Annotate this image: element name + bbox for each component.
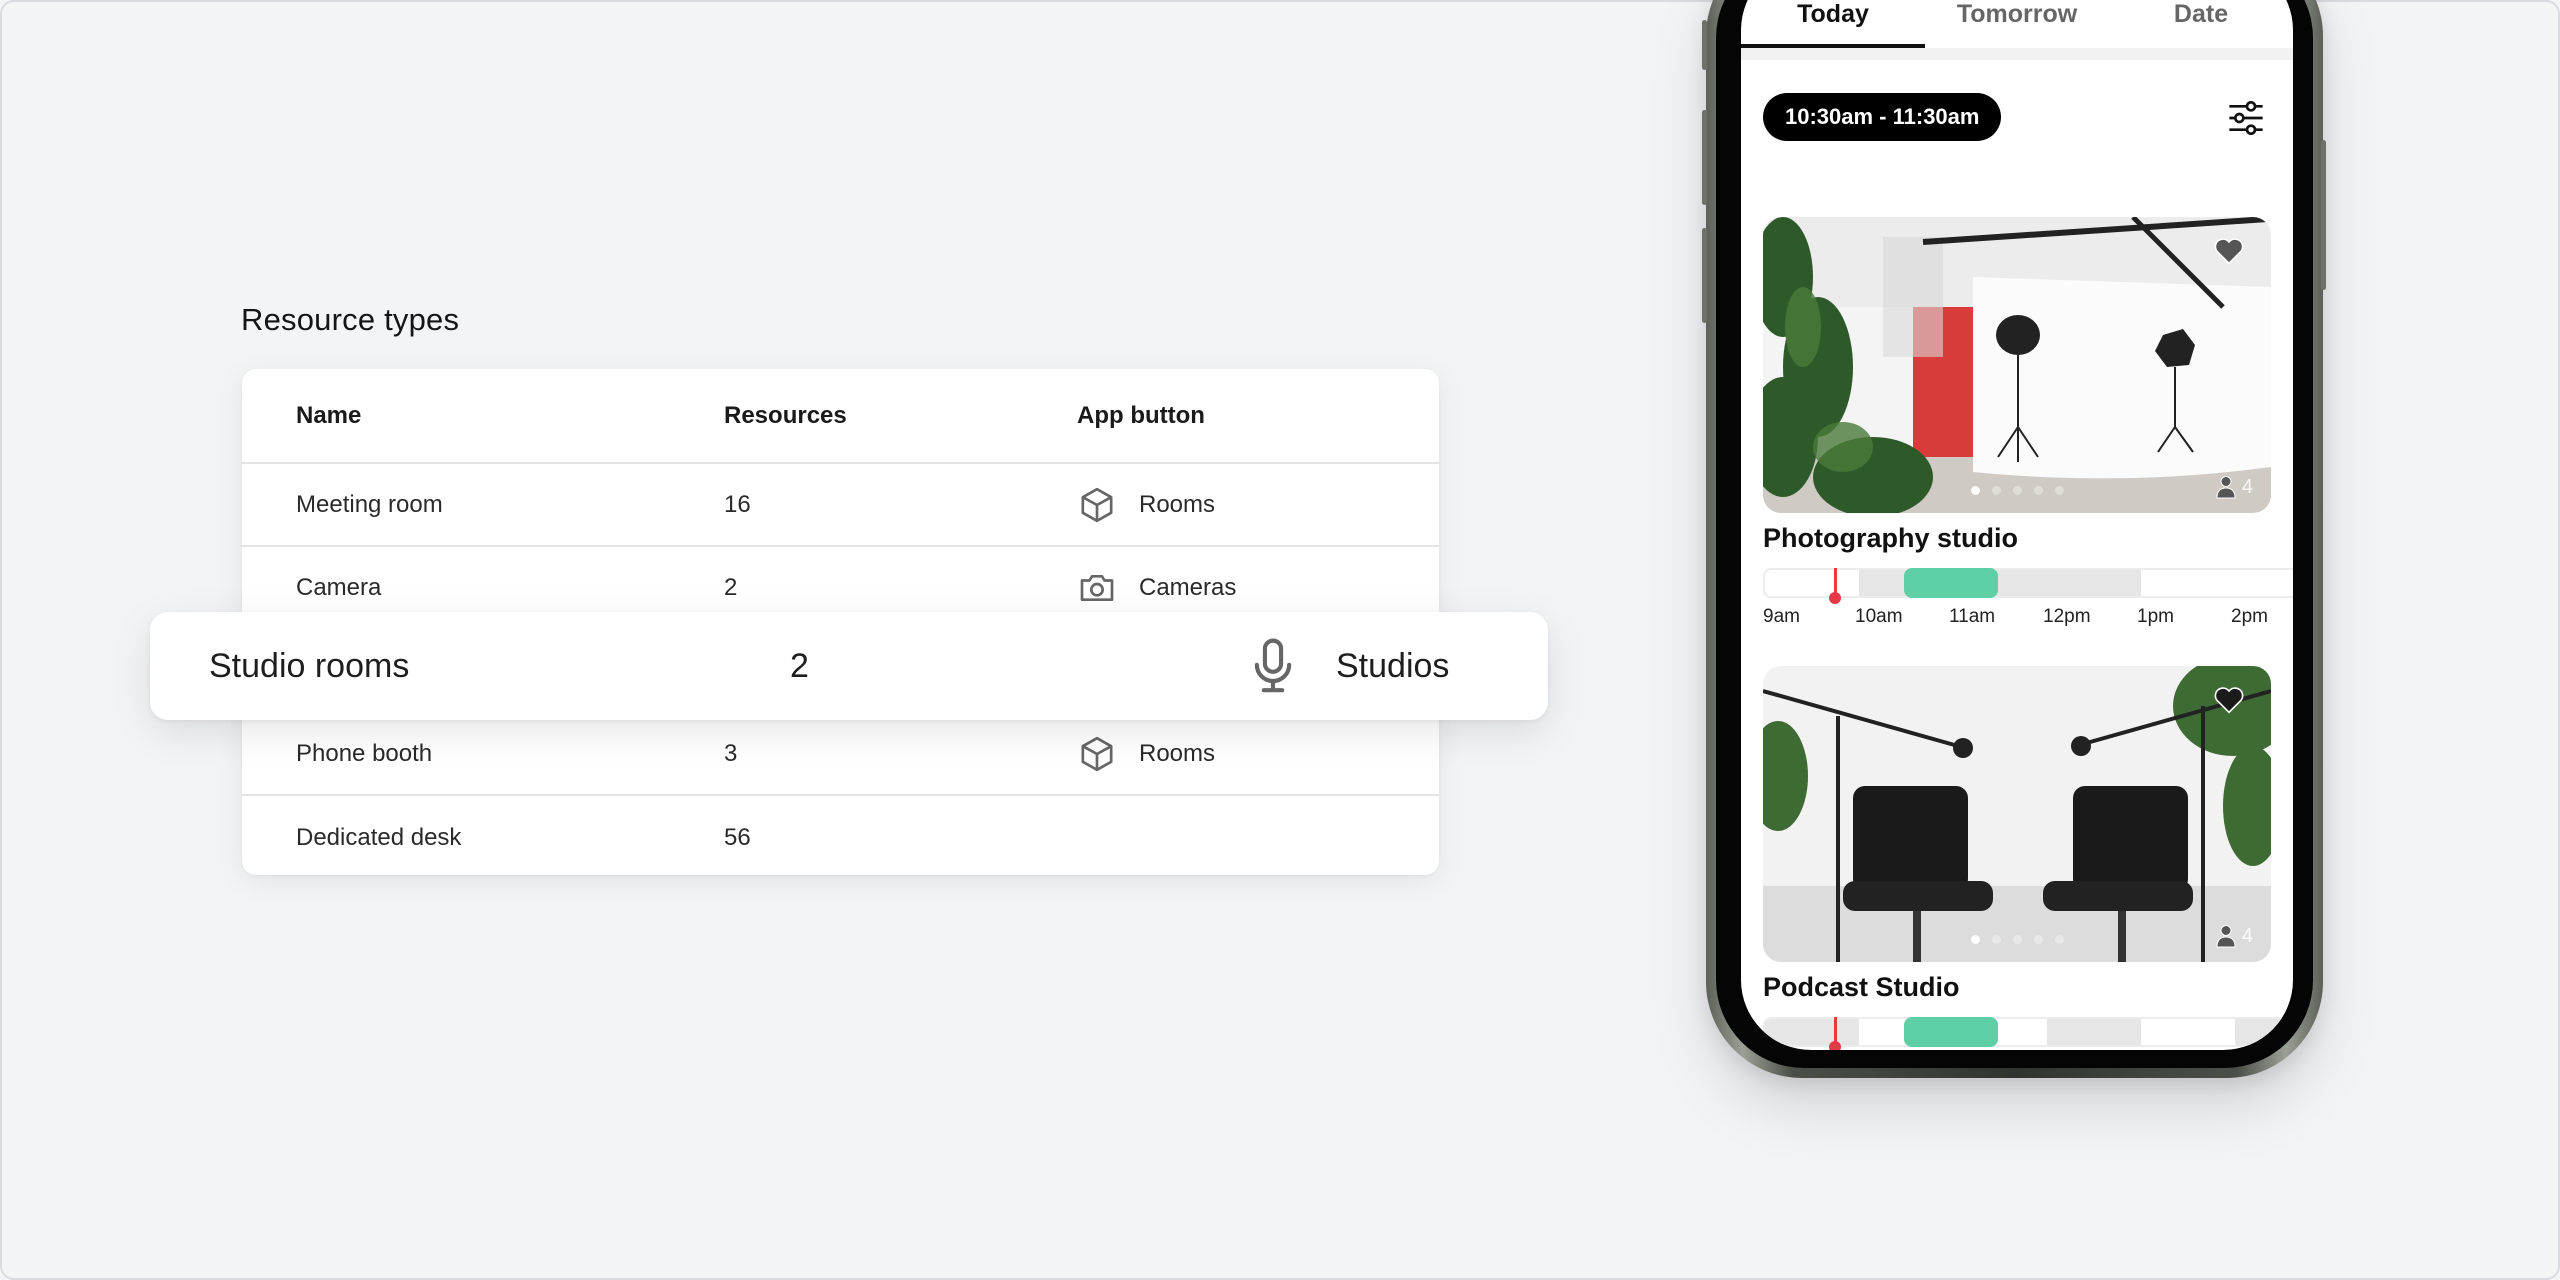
phone-power-button: [2321, 140, 2326, 290]
app-button-label: Cameras: [1139, 573, 1237, 601]
timeline-track: [1763, 1017, 2293, 1047]
app-button-label: Rooms: [1139, 490, 1216, 518]
pagination-dot[interactable]: [1970, 935, 1980, 944]
row-resources: 3: [724, 739, 738, 767]
listing-photo-photography-studio[interactable]: 4: [1763, 217, 2271, 513]
phone-screen: Today Tomorrow Date 10:30am - 11:30am 4 …: [1741, 0, 2293, 1050]
date-tabs: Today Tomorrow Date: [1741, 0, 2293, 60]
studio-photo: [1763, 666, 2271, 962]
favorite-heart-icon[interactable]: [2213, 684, 2245, 714]
timeline-track: [1763, 568, 2293, 598]
row-name: Studio rooms: [209, 646, 410, 685]
pagination-dot[interactable]: [1991, 486, 2001, 495]
cube-icon: [1081, 487, 1113, 522]
app-button-label: Studios: [1336, 646, 1450, 685]
row-resources: 2: [724, 573, 738, 601]
row-name: Camera: [296, 573, 382, 601]
favorite-heart-icon[interactable]: [2213, 235, 2245, 265]
timeline-label: 12pm: [2043, 606, 2091, 627]
pagination-dot[interactable]: [2054, 486, 2064, 495]
column-header-name[interactable]: Name: [296, 402, 361, 430]
timeline-label: 9am: [1763, 606, 1800, 627]
photo-pagination[interactable]: [1763, 486, 2271, 495]
pagination-dot[interactable]: [1970, 486, 1980, 495]
listing-title[interactable]: Podcast Studio: [1763, 972, 1960, 1003]
highlighted-table-row[interactable]: Studio rooms 2 Studios: [150, 612, 1548, 720]
availability-timeline[interactable]: [1763, 1017, 2293, 1050]
camera-icon: [1080, 574, 1114, 601]
pagination-dot[interactable]: [2012, 935, 2022, 944]
cube-icon: [1081, 736, 1113, 771]
phone-volume-up: [1702, 110, 1707, 205]
tab-tomorrow[interactable]: Tomorrow: [1925, 0, 2109, 46]
sliders-icon[interactable]: [2226, 98, 2266, 138]
timeline-selected-slot[interactable]: [1904, 568, 1998, 598]
time-range-pill[interactable]: 10:30am - 11:30am: [1763, 93, 2002, 141]
photo-pagination[interactable]: [1763, 935, 2271, 944]
timeline-now-dot: [1828, 592, 1841, 604]
table-row[interactable]: Dedicated desk 56: [242, 796, 1439, 875]
capacity-count: 4: [2241, 924, 2253, 947]
row-resources: 2: [790, 646, 809, 685]
pagination-dot[interactable]: [1991, 935, 2001, 944]
row-name: Dedicated desk: [296, 823, 462, 851]
row-name: Phone booth: [296, 739, 433, 767]
timeline-now-dot: [1828, 1041, 1841, 1050]
capacity-count: 4: [2241, 475, 2253, 498]
tab-date[interactable]: Date: [2109, 0, 2293, 46]
column-header-app-button[interactable]: App button: [1077, 402, 1205, 430]
phone-silent-switch: [1702, 20, 1707, 70]
timeline-labels: 9am 10am 11am 12pm 1pm 2pm: [1763, 606, 2293, 630]
table-row[interactable]: Phone booth 3 Rooms: [242, 713, 1439, 796]
studio-photo: [1763, 217, 2271, 513]
row-resources: 16: [724, 490, 751, 518]
row-app-button: Cameras: [1077, 568, 1236, 608]
listing-title[interactable]: Photography studio: [1763, 523, 2018, 554]
tabs-divider: [1741, 48, 2293, 60]
person-icon: [2216, 476, 2236, 499]
person-icon: [2216, 925, 2236, 948]
row-app-icon: [1245, 612, 1301, 720]
timeline-label: 11am: [1949, 606, 1996, 627]
microphone-icon: [1254, 638, 1292, 693]
row-name: Meeting room: [296, 490, 443, 518]
pagination-dot[interactable]: [2012, 486, 2022, 495]
phone-volume-down: [1702, 228, 1707, 323]
row-app-button: Rooms: [1077, 734, 1215, 774]
availability-timeline[interactable]: 9am 10am 11am 12pm 1pm 2pm: [1763, 568, 2293, 627]
table-row[interactable]: Meeting room 16 Rooms: [242, 464, 1439, 547]
timeline-label: 1pm: [2137, 606, 2174, 627]
pagination-dot[interactable]: [2033, 935, 2043, 944]
tab-today[interactable]: Today: [1741, 0, 1925, 46]
column-header-resources[interactable]: Resources: [724, 402, 847, 430]
pagination-dot[interactable]: [2054, 935, 2064, 944]
timeline-busy-segment: [2047, 1019, 2141, 1045]
capacity-badge: 4: [2216, 924, 2253, 948]
row-app-button: Rooms: [1077, 485, 1215, 525]
timeline-selected-slot[interactable]: [1904, 1017, 1998, 1047]
timeline-label: 10am: [1855, 606, 1903, 627]
timeline-busy-segment: [1859, 570, 2141, 596]
app-button-label: Rooms: [1139, 739, 1216, 767]
listing-photo-podcast-studio[interactable]: 4: [1763, 666, 2271, 962]
table-header: Name Resources App button: [242, 369, 1439, 464]
timeline-busy-segment: [1765, 1019, 1859, 1045]
timeline-busy-segment: [2235, 1019, 2282, 1045]
pagination-dot[interactable]: [2033, 486, 2043, 495]
capacity-badge: 4: [2216, 475, 2253, 499]
timeline-label: 2pm: [2231, 606, 2268, 627]
row-resources: 56: [724, 823, 751, 851]
section-title: Resource types: [241, 302, 460, 337]
